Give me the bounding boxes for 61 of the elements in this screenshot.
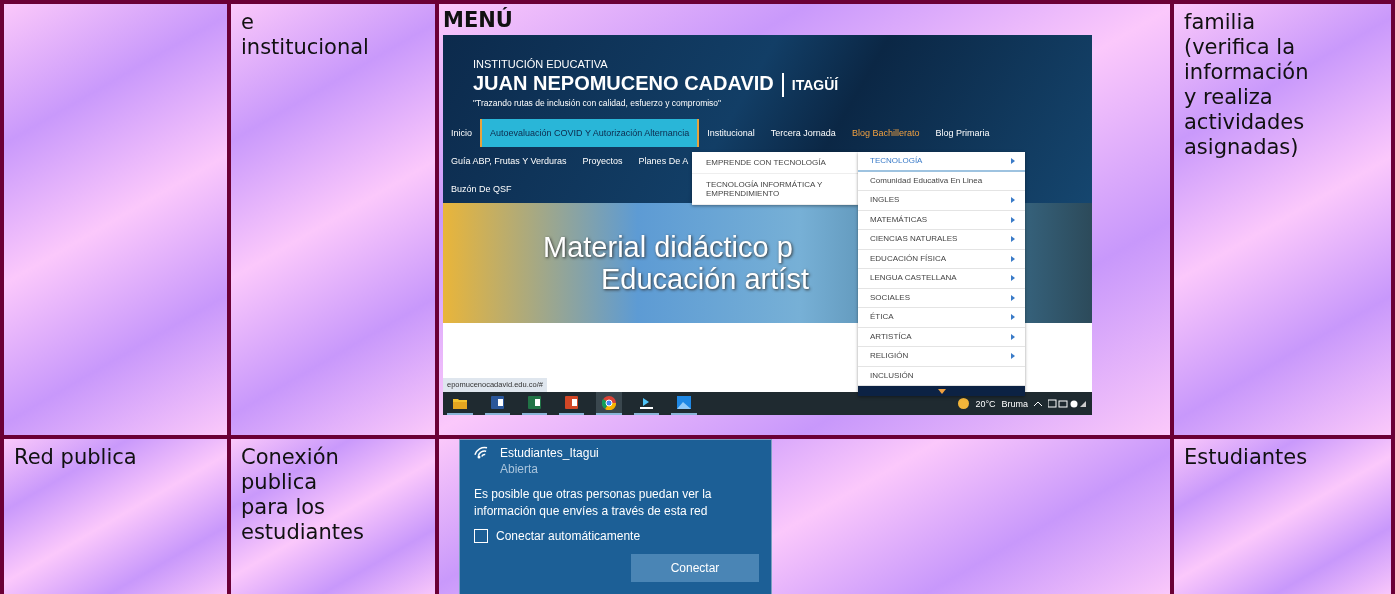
submenu-arrow-icon <box>1011 255 1015 262</box>
dropdown-item[interactable]: SOCIALES <box>858 288 1025 308</box>
dropdown-item[interactable]: Comunidad Educativa En Linea <box>858 171 1025 191</box>
table-cell-text: e institucional <box>241 10 370 60</box>
nav-link[interactable]: Guía ABP, Frutas Y Verduras <box>443 147 575 175</box>
auto-connect-checkbox[interactable] <box>474 529 488 543</box>
connect-button[interactable]: Conectar <box>631 554 759 582</box>
network-name: Estudiantes_Itagui <box>500 445 599 461</box>
nav-link[interactable]: Institucional <box>699 119 763 147</box>
tray-icons[interactable] <box>1048 399 1088 408</box>
submenu-arrow-icon <box>1011 314 1015 321</box>
site-kicker: INSTITUCIÓN EDUCATIVA <box>473 57 609 71</box>
dropdown-item[interactable]: ARTISTÍCA <box>858 327 1025 347</box>
site-tagline: "Trazando rutas de inclusión con calidad, esfuerzo y compromiso" <box>473 97 723 109</box>
dropdown-item[interactable]: CIENCIAS NATURALES <box>858 230 1025 250</box>
auto-connect-label: Conectar automáticamente <box>496 528 641 544</box>
folder-icon[interactable] <box>453 396 467 409</box>
table-cell-text: familia (verifica la información y realiza actividades asignadas) <box>1184 10 1310 160</box>
submenu-arrow-icon <box>1011 216 1015 223</box>
weather-label: Bruma <box>1001 397 1028 410</box>
submenu-arrow-icon <box>1011 236 1015 243</box>
submenu-arrow-icon <box>1011 353 1015 360</box>
nav-link[interactable]: Blog Primaria <box>927 119 998 147</box>
app-icon[interactable] <box>640 396 653 409</box>
dropdown-item[interactable]: MATEMÁTICAS <box>858 210 1025 230</box>
caret-down-icon[interactable] <box>937 388 946 394</box>
dropdown-item[interactable]: INGLES <box>858 191 1025 211</box>
submenu-arrow-icon <box>1011 294 1015 301</box>
dropdown-item[interactable]: TECNOLOGÍA <box>858 152 1025 172</box>
nav-link[interactable]: Buzón De QSF <box>443 175 520 203</box>
nav-link[interactable]: Proyectos <box>574 147 631 175</box>
nav-link[interactable]: Inicio <box>443 119 480 147</box>
submenu-arrow-icon <box>1011 275 1015 282</box>
dropdown-item[interactable]: ÉTICA <box>858 308 1025 328</box>
banner-text: Educación artíst <box>600 263 809 295</box>
banner-text: Material didáctico p <box>543 231 793 263</box>
site-title: JUAN NEPOMUCENO CADAVID <box>473 71 774 95</box>
spreadsheet-app-icon[interactable] <box>528 396 541 409</box>
chevron-up-icon[interactable] <box>1034 401 1042 406</box>
menu-heading: MENÚ <box>443 8 514 33</box>
dropdown-item[interactable]: RELIGIÓN <box>858 347 1025 367</box>
network-status: Abierta <box>500 461 540 477</box>
table-cell-text: Estudiantes <box>1184 445 1309 470</box>
table-cell-text: Red publica <box>14 445 138 470</box>
submenu-arrow-icon <box>1011 333 1015 340</box>
warning-message: Es posible que otras personas puedan ver la información que envíes a través de esta red <box>474 486 713 520</box>
weather-sun-icon[interactable] <box>958 398 970 409</box>
submenu-arrow-icon <box>1011 197 1015 204</box>
temperature: 20°C <box>975 397 996 410</box>
nav-link[interactable]: Tercera Jornada <box>762 119 844 147</box>
table-cell-text: Conexión publica para los estudiantes <box>241 445 365 545</box>
presentation-app-icon[interactable] <box>565 396 578 409</box>
dropdown-item[interactable]: EDUCACIÓN FÍSICA <box>858 249 1025 269</box>
document-app-icon[interactable] <box>491 396 504 409</box>
nav-link[interactable]: Autoevaluación COVID Y Autorización Alternancia <box>480 119 700 147</box>
submenu-arrow-icon <box>1011 157 1015 164</box>
nav-link[interactable]: Blog Bachillerato <box>843 119 928 147</box>
wifi-icon <box>474 445 490 459</box>
dropdown-item[interactable]: LENGUA CASTELLANA <box>858 269 1025 289</box>
browser-icon[interactable] <box>602 395 616 410</box>
site-city: ITAGÜÍ <box>781 73 839 97</box>
